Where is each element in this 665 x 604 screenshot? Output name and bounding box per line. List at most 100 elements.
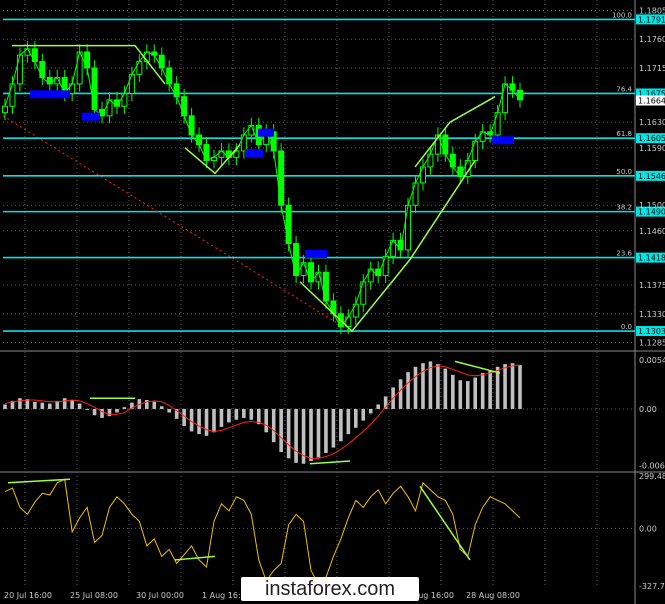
candle-body: [2, 105, 8, 114]
candle-body: [472, 140, 479, 162]
cci-tick-label: -327.725: [639, 582, 665, 591]
candle-body: [285, 204, 292, 245]
candle-body: [121, 92, 128, 107]
macd-bar: [294, 408, 298, 463]
candle-body: [322, 271, 329, 302]
x-tick-label: 25 Jul 08:00: [70, 591, 118, 600]
macd-bar: [70, 399, 74, 409]
macd-bar: [40, 402, 45, 409]
macd-bar: [510, 363, 515, 409]
macd-bar: [473, 377, 478, 409]
x-tick-label: 28 Aug 08:00: [466, 591, 520, 600]
macd-bar: [77, 403, 82, 409]
macd-bar: [443, 368, 448, 409]
macd-bar: [100, 408, 104, 418]
macd-divergence-line: [309, 460, 351, 465]
macd-bar: [264, 408, 269, 433]
fib-level-label: 0.0: [621, 323, 632, 331]
macd-bar: [346, 408, 351, 435]
cci-divergence-line: [419, 485, 471, 561]
candle-body: [106, 99, 113, 117]
candle-body: [293, 243, 300, 276]
candle-body: [136, 61, 143, 75]
macd-bar: [47, 403, 52, 409]
price-tick-label: 1.1760: [639, 35, 665, 44]
price-tick-label: 1.1500: [639, 201, 665, 210]
x-tick-label: 30 Jul 00:00: [136, 591, 184, 600]
fib-price-tag-label: 1.1605: [638, 134, 665, 143]
fib-level-label: 38.2: [616, 204, 632, 212]
macd-bar: [152, 401, 157, 409]
candle-body: [405, 204, 412, 251]
macd-divergence-line: [454, 360, 501, 374]
macd-panel: [3, 360, 635, 465]
macd-bar: [503, 364, 507, 409]
close-line: [4, 48, 521, 328]
fib-price-tag-label: 1.1791: [638, 15, 665, 24]
fib-level-label: 23.6: [616, 250, 632, 258]
x-tick-label: 20 Jul 16:00: [4, 591, 52, 600]
watermark: instaforex.com: [241, 577, 419, 601]
macd-bar: [309, 408, 313, 462]
fib-level-label: 76.4: [616, 85, 632, 93]
candle-body: [39, 61, 46, 79]
supply-demand-box: [305, 249, 327, 258]
fib-price-tag-label: 1.1418: [638, 254, 665, 263]
fib-price-tag-label: 1.1546: [638, 172, 665, 181]
current-price-label: 1.1664: [638, 97, 665, 106]
macd-bar: [286, 408, 291, 459]
macd-bar: [518, 364, 522, 409]
diagonal-trendline: [2, 115, 351, 332]
macd-tick-label: 0.00548: [639, 356, 665, 365]
candle-body: [360, 281, 367, 305]
macd-bar: [368, 408, 373, 414]
supply-demand-box: [30, 90, 70, 99]
candle-body: [412, 182, 419, 206]
candle-body: [240, 134, 247, 152]
macd-bar: [465, 381, 470, 409]
fib-level-label: 61.8: [616, 130, 632, 138]
cci-tick-label: 0.00: [639, 524, 657, 533]
candle-body: [278, 150, 285, 206]
macd-tick-label: 0.00: [639, 405, 657, 414]
price-tick-label: 1.1330: [639, 310, 665, 319]
candle-body: [84, 51, 91, 69]
candle-body: [166, 67, 173, 85]
supply-demand-box: [258, 128, 274, 137]
price-candles: [2, 41, 523, 335]
macd-bar: [271, 408, 276, 443]
macd-bar: [436, 364, 440, 409]
macd-bar: [361, 408, 366, 421]
candle-body: [91, 67, 98, 110]
price-tick-label: 1.1590: [639, 144, 665, 153]
macd-bar: [339, 408, 343, 442]
macd-bar: [398, 379, 403, 409]
candle-body: [427, 153, 434, 168]
macd-bar: [227, 408, 231, 423]
macd-bar: [219, 408, 224, 427]
cci-panel: [3, 478, 635, 586]
macd-bar: [197, 408, 201, 435]
candle-body: [419, 166, 426, 184]
macd-bar: [279, 408, 283, 453]
macd-bar: [353, 408, 358, 428]
macd-bar: [451, 374, 455, 409]
macd-bar: [122, 407, 127, 409]
price-tick-label: 1.1285: [639, 339, 665, 348]
macd-bar: [242, 408, 246, 418]
macd-bar: [458, 380, 463, 409]
candle-body: [494, 112, 501, 136]
fibonacci-levels: 100.0 1.179176.4 1.167561.8 1.160550.0 1.154…: [3, 11, 665, 337]
candle-body: [16, 54, 23, 85]
macd-bar: [107, 408, 112, 417]
candle-body: [31, 48, 38, 63]
supply-demand-box: [492, 136, 514, 145]
macd-bar: [406, 372, 410, 409]
cci-tick-label: 299.482: [639, 472, 665, 481]
macd-bar: [212, 408, 216, 433]
macd-tick-label: -0.00628: [639, 461, 665, 470]
candle-body: [181, 96, 188, 117]
price-tick-label: 1.1630: [639, 118, 665, 127]
macd-bar: [413, 366, 418, 409]
cci-line: [4, 478, 521, 586]
